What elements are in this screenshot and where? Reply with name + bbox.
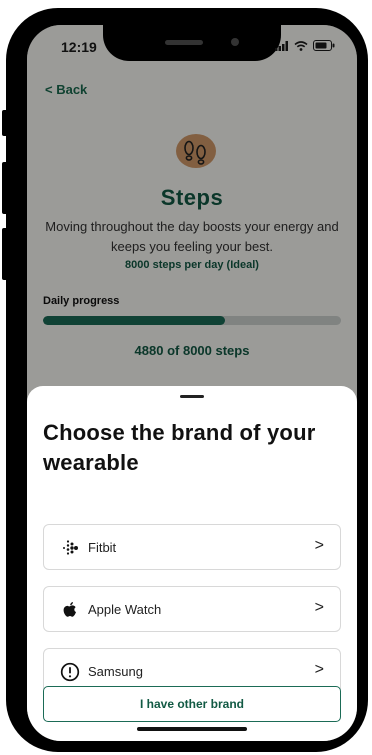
brand-option-apple-watch[interactable]: Apple Watch > [43,586,341,632]
chevron-right-icon: > [314,599,324,616]
sheet-title: Choose the brand of your wearable [43,420,316,475]
notch [103,25,281,61]
sheet-handle[interactable] [180,395,204,398]
screen: 12:19 < Back Steps Moving throughout the… [27,25,357,741]
status-icons [275,40,335,51]
battery-icon [313,40,335,51]
other-brand-button[interactable]: I have other brand [43,686,341,722]
brand-option-label: Apple Watch [88,602,162,617]
fitbit-logo-icon [60,538,80,558]
wifi-icon [294,40,308,51]
camera [231,38,239,46]
phone-frame: 12:19 < Back Steps Moving throughout the… [0,0,372,755]
speaker [165,40,203,45]
chevron-right-icon: > [314,537,324,554]
apple-logo-icon [60,600,80,620]
brand-option-label: Fitbit [88,540,117,555]
brand-option-label: Samsung [88,664,143,679]
chevron-right-icon: > [314,661,324,678]
status-time: 12:19 [61,39,97,55]
signal-icon [275,40,288,51]
exclamation-circle-icon [60,662,80,682]
brand-option-fitbit[interactable]: Fitbit > [43,524,341,570]
home-indicator[interactable] [137,727,247,731]
brand-bottom-sheet: Choose the brand of your wearable Fitbit… [27,386,357,741]
